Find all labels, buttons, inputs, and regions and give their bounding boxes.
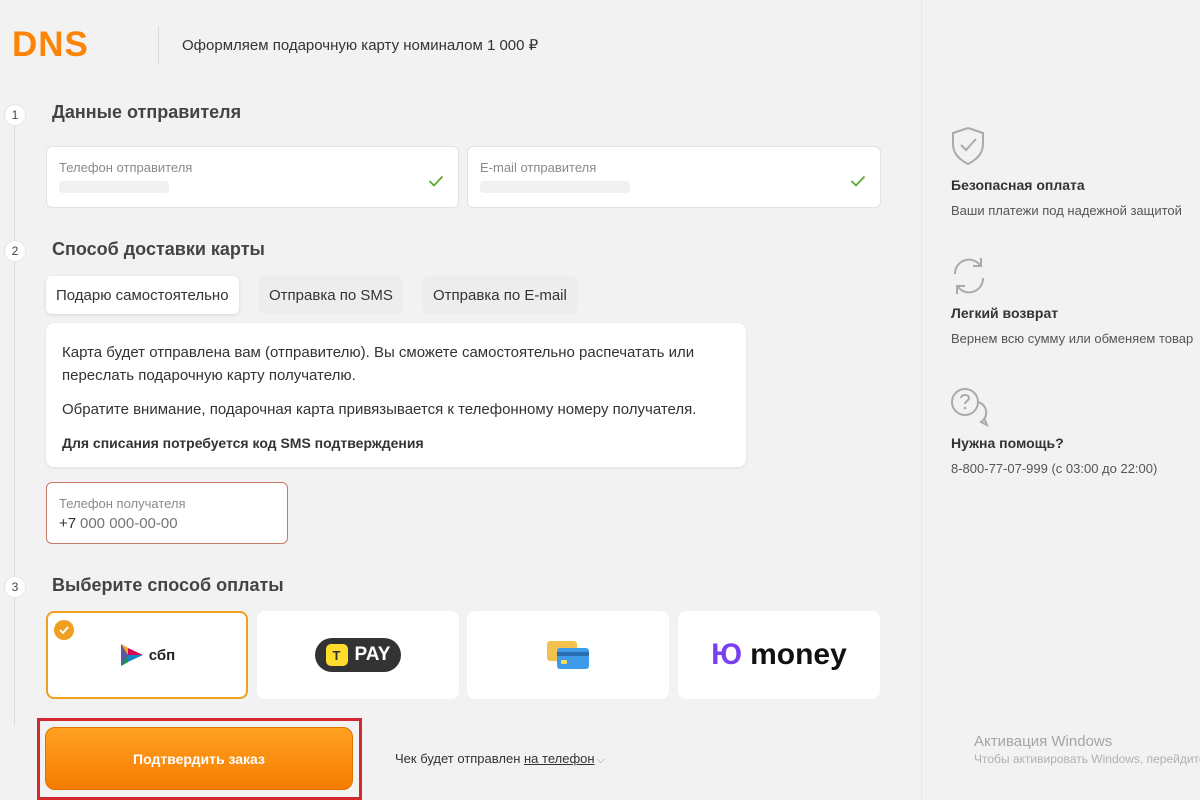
page-title: Оформляем подарочную карту номиналом 1 0… <box>182 37 539 54</box>
checkout-panel: DNS Оформляем подарочную карту номиналом… <box>0 0 922 800</box>
sender-email-value <box>480 181 630 193</box>
feature-desc-help: 8-800-77-07-999 (с 03:00 до 22:00) <box>951 461 1158 476</box>
step-2-number: 2 <box>4 240 26 262</box>
sender-email-label: E-mail отправителя <box>480 160 597 175</box>
logo-text: DNS <box>12 28 89 60</box>
feature-title-help: Нужна помощь? <box>951 435 1064 451</box>
sbp-label: сбп <box>148 646 176 664</box>
tpay-label: PAY <box>354 644 391 665</box>
yoomoney-label: money <box>750 638 847 671</box>
bank-card-icon <box>547 641 589 669</box>
windows-activation-subtitle: Чтобы активировать Windows, перейдите <box>974 752 1200 766</box>
sender-phone-field[interactable]: Телефон отправителя <box>46 146 459 208</box>
sender-phone-label: Телефон отправителя <box>59 160 193 175</box>
dns-logo[interactable]: DNS <box>12 28 130 60</box>
sender-email-field[interactable]: E-mail отправителя <box>467 146 881 208</box>
receipt-delivery: Чек будет отправлен на телефон ⌵ <box>395 751 605 767</box>
recipient-phone-field[interactable]: Телефон получателя +7 <box>46 482 288 544</box>
payment-tpay[interactable]: T PAY <box>257 611 459 699</box>
receipt-method-link[interactable]: на телефон <box>524 751 595 766</box>
sender-phone-value <box>59 181 169 193</box>
step-3-title: Выберите способ оплаты <box>52 575 284 595</box>
tab-sms[interactable]: Отправка по SMS <box>259 276 403 314</box>
recipient-phone-input[interactable] <box>80 515 260 532</box>
selected-check-icon <box>54 620 74 640</box>
feature-desc-secure: Ваши платежи под надежной защитой <box>951 203 1182 218</box>
payment-yoomoney[interactable]: Ю money <box>678 611 880 699</box>
recipient-phone-label: Телефон получателя <box>59 496 186 511</box>
header-divider <box>158 26 159 64</box>
windows-activation-title: Активация Windows <box>974 733 1113 750</box>
step-rail <box>14 118 15 726</box>
check-icon <box>428 175 444 187</box>
receipt-prefix: Чек будет отправлен <box>395 751 521 766</box>
tpay-shield-icon: T <box>325 644 348 666</box>
refresh-icon <box>953 258 985 294</box>
info-text-2: Обратите внимание, подарочная карта прив… <box>62 401 697 418</box>
step-3-number: 3 <box>4 576 26 598</box>
payment-card[interactable] <box>467 611 669 699</box>
yoomoney-mark: Ю <box>711 638 742 671</box>
info-text-sms: Для списания потребуется код SMS подтвер… <box>62 435 424 451</box>
shield-check-icon <box>952 126 984 166</box>
step-1-title: Данные отправителя <box>52 102 242 122</box>
feature-desc-return: Вернем всю сумму или обменяем товар <box>951 331 1194 346</box>
payment-sbp[interactable]: сбп <box>46 611 248 699</box>
feature-title-return: Легкий возврат <box>951 305 1059 321</box>
tpay-logo: T PAY <box>315 638 401 672</box>
yoomoney-logo: Ю money <box>711 638 847 672</box>
confirm-order-button[interactable]: Подтвердить заказ <box>45 727 353 790</box>
tab-email[interactable]: Отправка по E-mail <box>423 276 577 314</box>
tab-gift-self[interactable]: Подарю самостоятельно <box>46 276 239 314</box>
sbp-logo-icon <box>120 644 143 666</box>
help-chat-icon <box>951 388 989 428</box>
check-icon <box>850 175 866 187</box>
step-1-number: 1 <box>4 104 26 126</box>
info-text-1: Карта будет отправлена вам (отправителю)… <box>62 344 695 384</box>
chevron-down-icon[interactable]: ⌵ <box>597 754 605 766</box>
delivery-info-card: Карта будет отправлена вам (отправителю)… <box>46 323 746 467</box>
phone-prefix: +7 <box>59 515 77 532</box>
step-2-title: Способ доставки карты <box>52 239 265 259</box>
feature-title-secure: Безопасная оплата <box>951 177 1085 193</box>
